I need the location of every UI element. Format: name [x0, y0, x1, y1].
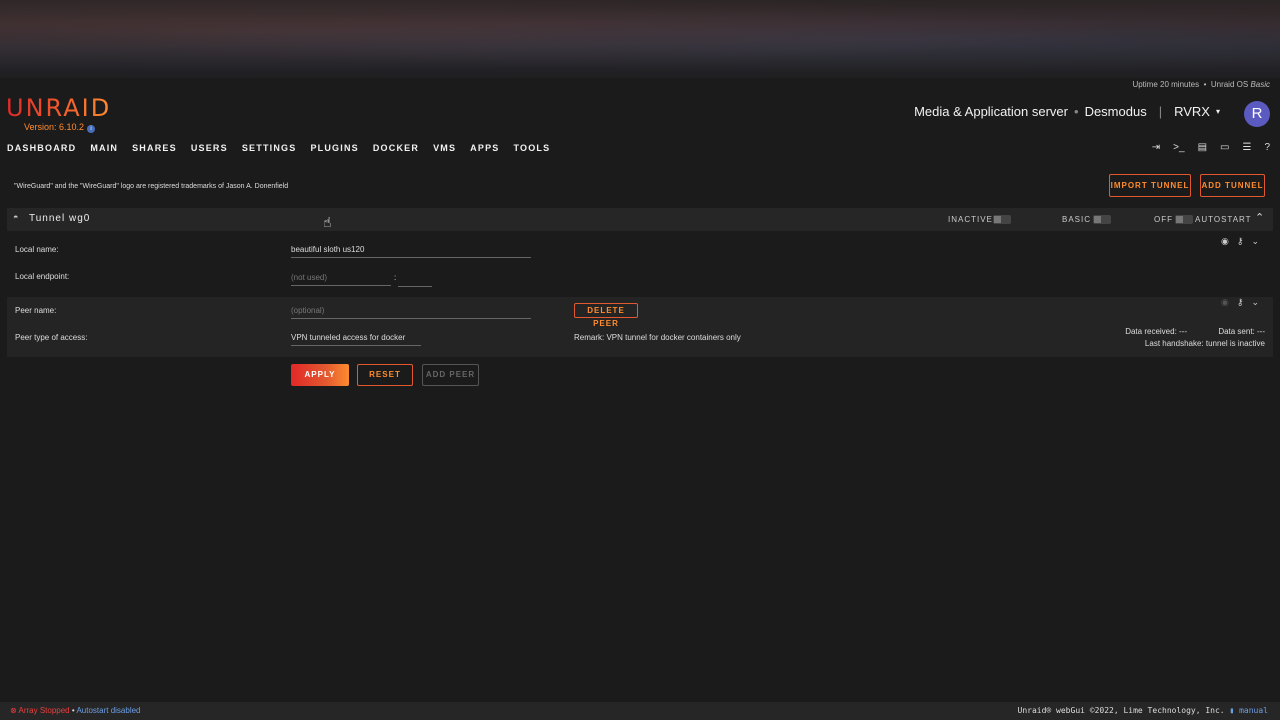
status-toggle[interactable] [993, 215, 1011, 224]
last-handshake: Last handshake: tunnel is inactive [1144, 339, 1265, 348]
data-sent: Data sent: --- [1218, 327, 1265, 336]
peer-name-input[interactable]: (optional) [291, 306, 531, 319]
terminal-icon[interactable]: >_ [1173, 142, 1184, 153]
peer-remark: Remark: VPN tunnel for docker containers… [574, 333, 741, 342]
key-icon[interactable]: ⚷ [1237, 236, 1244, 247]
nav-settings[interactable]: SETTINGS [242, 143, 297, 153]
delete-peer-button[interactable]: DELETE PEER [574, 303, 638, 328]
server-info: Media & Application server • Desmodus | … [914, 104, 1220, 119]
info-icon[interactable]: i [87, 125, 96, 133]
autostart-off-label: OFF [1154, 215, 1173, 224]
manual-link[interactable]: ▮ manual [1229, 706, 1268, 715]
copyright: Unraid® webGui ©2022, Lime Technology, I… [1017, 706, 1268, 715]
endpoint-separator: : [394, 273, 397, 282]
nav-users[interactable]: USERS [191, 143, 228, 153]
log-icon[interactable]: ☰ [1242, 142, 1251, 153]
mode-toggle[interactable] [1093, 215, 1111, 224]
nav-icons: ⇥ >_ ▤ ▭ ☰ ? [1152, 142, 1270, 153]
feedback-icon[interactable]: ▤ [1198, 142, 1207, 153]
apply-button[interactable]: APPLY [291, 364, 349, 386]
nav-tools[interactable]: TOOLS [513, 143, 550, 153]
mode-label: BASIC [1062, 215, 1092, 224]
chevron-down-icon[interactable]: ▾ [1216, 107, 1220, 116]
help-icon[interactable]: ? [1264, 142, 1270, 153]
nav-shares[interactable]: SHARES [132, 143, 177, 153]
peer-access-select[interactable]: VPN tunneled access for docker [291, 333, 421, 346]
add-tunnel-button[interactable]: ADD TUNNEL [1200, 174, 1265, 197]
unraid-logo[interactable]: UNRAID [6, 94, 111, 122]
server-description: Media & Application server [914, 104, 1068, 119]
tunnel-tools: ◉ ⚷ ⌄ [1221, 236, 1259, 247]
nav-dashboard[interactable]: DASHBOARD [7, 143, 76, 153]
eye-icon[interactable]: ◉ [1221, 236, 1229, 247]
autostart-toggle[interactable] [1175, 215, 1193, 224]
import-tunnel-button[interactable]: IMPORT TUNNEL [1109, 174, 1191, 197]
avatar[interactable]: R [1244, 101, 1270, 127]
nav-main[interactable]: MAIN [90, 143, 118, 153]
header: UNRAID Version: 6.10.2 i Uptime 20 minute… [0, 78, 1280, 168]
key-icon[interactable]: ⚷ [1237, 297, 1244, 308]
eye-icon[interactable]: ◉ [1221, 297, 1229, 308]
local-port-input[interactable] [398, 273, 432, 287]
tunnel-icon: ◓ [13, 212, 19, 222]
nav-apps[interactable]: APPS [470, 143, 499, 153]
trademark-note: "WireGuard" and the "WireGuard" logo are… [14, 183, 289, 190]
status-bar: ⊗ Array Stopped • Autostart disabled Unr… [0, 702, 1280, 720]
tunnel-title: Tunnel wg0 [29, 213, 91, 224]
peer-name-label: Peer name: [15, 306, 57, 315]
autostart-label: AUTOSTART [1195, 215, 1252, 224]
collapse-icon[interactable]: ⌃ [1255, 211, 1264, 224]
tunnel-header: ◓ Tunnel wg0 INACTIVE BASIC OFF AUTOSTAR… [7, 208, 1273, 231]
local-name-input[interactable]: beautiful sloth us120 [291, 245, 531, 258]
status-label: INACTIVE [948, 215, 993, 224]
user-menu[interactable]: RVRX [1174, 104, 1210, 119]
array-status: ⊗ Array Stopped • Autostart disabled [10, 706, 141, 715]
local-endpoint-input[interactable]: (not used) [291, 273, 391, 286]
reset-button[interactable]: RESET [357, 364, 413, 386]
nav-docker[interactable]: DOCKER [373, 143, 419, 153]
peer-tools: ◉ ⚷ ⌄ [1221, 297, 1259, 308]
server-name: Desmodus [1084, 104, 1147, 119]
chevron-down-icon[interactable]: ⌄ [1251, 236, 1259, 247]
main-nav: DASHBOARD MAIN SHARES USERS SETTINGS PLU… [7, 143, 550, 153]
data-received: Data received: --- [1125, 327, 1187, 336]
wireguard-settings: "WireGuard" and the "WireGuard" logo are… [0, 168, 1280, 702]
screen-icon[interactable]: ▭ [1220, 142, 1229, 153]
warning-icon: ⊗ [10, 706, 17, 715]
local-name-label: Local name: [15, 245, 59, 254]
uptime-info: Uptime 20 minutes • Unraid OS Basic [1132, 80, 1270, 89]
mouse-cursor: ☝ [323, 214, 332, 230]
nav-plugins[interactable]: PLUGINS [310, 143, 358, 153]
nav-vms[interactable]: VMS [433, 143, 456, 153]
autostart-status[interactable]: Autostart disabled [76, 706, 140, 715]
logout-icon[interactable]: ⇥ [1152, 142, 1160, 153]
peer-section: Peer name: (optional) DELETE PEER ◉ ⚷ ⌄ … [7, 297, 1273, 357]
add-peer-button[interactable]: ADD PEER [422, 364, 479, 386]
peer-access-label: Peer type of access: [15, 333, 88, 342]
local-endpoint-label: Local endpoint: [15, 272, 70, 281]
chevron-down-icon[interactable]: ⌄ [1251, 297, 1259, 308]
header-banner [0, 0, 1280, 78]
version-label: Version: 6.10.2 i [24, 122, 96, 133]
